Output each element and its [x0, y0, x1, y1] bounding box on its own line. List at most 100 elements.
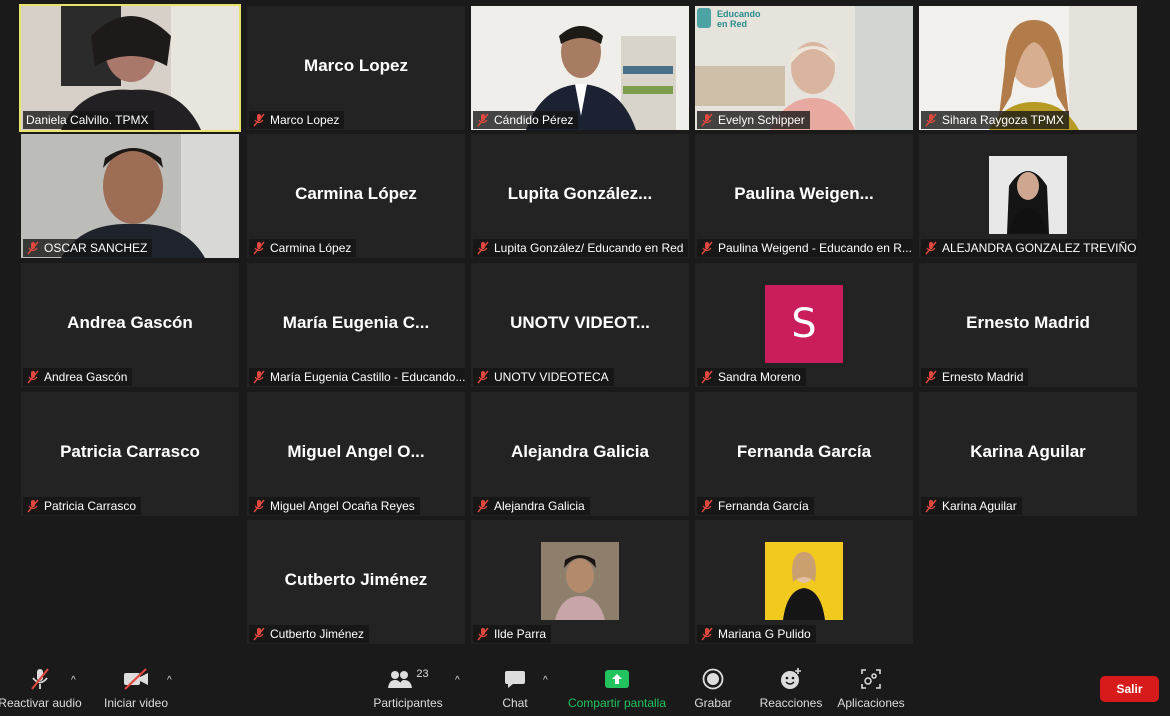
participant-name-label: Sandra Moreno	[697, 368, 806, 386]
video-options-chevron-up-icon[interactable]: ^	[167, 675, 172, 686]
participant-display-name: Patricia Carrasco	[60, 442, 200, 461]
muted-mic-icon	[27, 370, 39, 384]
participant-display-name: Paulina Weigen...	[734, 184, 874, 203]
video-tile[interactable]: OSCAR SANCHEZ	[21, 134, 239, 258]
muted-mic-icon	[253, 499, 265, 513]
participant-name-label: Evelyn Schipper	[697, 111, 810, 129]
participant-count: 23	[416, 668, 429, 680]
muted-mic-icon	[477, 499, 489, 513]
participant-name-label: Karina Aguilar	[921, 497, 1022, 515]
participants-options-chevron-up-icon[interactable]: ^	[455, 675, 460, 686]
video-tile[interactable]: Cutberto Jiménez Cutberto Jiménez	[247, 520, 465, 644]
initial-avatar: S	[765, 285, 843, 363]
video-tile[interactable]: María Eugenia C... María Eugenia Castill…	[247, 263, 465, 387]
participant-name-label: Marco Lopez	[249, 111, 345, 129]
video-tile[interactable]: Sihara Raygoza TPMX	[919, 6, 1137, 130]
participant-name-label: Ilde Parra	[473, 625, 552, 643]
participant-display-name: María Eugenia C...	[282, 313, 430, 332]
participants-button[interactable]: 23 Participantes	[368, 666, 448, 710]
participant-display-name: Cutberto Jiménez	[284, 570, 428, 589]
muted-mic-icon	[477, 241, 489, 255]
chat-options-chevron-up-icon[interactable]: ^	[543, 675, 548, 686]
record-button[interactable]: Grabar	[688, 666, 738, 710]
video-tile[interactable]: Lupita González... Lupita González/ Educ…	[471, 134, 689, 258]
muted-mic-icon	[253, 370, 265, 384]
participants-icon	[388, 671, 413, 688]
video-tile[interactable]: Marco Lopez Marco Lopez	[247, 6, 465, 130]
participant-name-label: Daniela Calvillo. TPMX	[23, 111, 154, 129]
video-tile[interactable]: Alejandra Galicia Alejandra Galicia	[471, 392, 689, 516]
muted-mic-icon	[477, 370, 489, 384]
muted-mic-icon	[31, 668, 49, 690]
participant-name-label: Fernanda García	[697, 497, 814, 515]
video-tile[interactable]: Fernanda García Fernanda García	[695, 392, 913, 516]
video-tile[interactable]: ALEJANDRA GONZALEZ TREVIÑO	[919, 134, 1137, 258]
participant-name-label: ALEJANDRA GONZALEZ TREVIÑO	[921, 239, 1137, 257]
muted-mic-icon	[701, 113, 713, 127]
video-tile[interactable]: Mariana G Pulido	[695, 520, 913, 644]
audio-options-chevron-up-icon[interactable]: ^	[71, 675, 76, 686]
share-screen-button[interactable]: Compartir pantalla	[562, 666, 672, 710]
leave-meeting-button[interactable]: Salir	[1100, 676, 1159, 702]
video-tile[interactable]: Ernesto Madrid Ernesto Madrid	[919, 263, 1137, 387]
unmute-button[interactable]: Reactivar audio	[0, 666, 84, 710]
video-tile[interactable]: Patricia Carrasco Patricia Carrasco	[21, 392, 239, 516]
participant-name-label: Paulina Weigend - Educando en R...	[697, 239, 913, 257]
apps-button[interactable]: Aplicaciones	[836, 666, 906, 710]
participant-display-name: Carmina López	[295, 184, 417, 203]
participant-name-label: Carmina López	[249, 239, 357, 257]
video-tile[interactable]: Ilde Parra	[471, 520, 689, 644]
video-tile[interactable]: Educando en Red Evelyn Schipper	[695, 6, 913, 130]
participant-name-label: Cutberto Jiménez	[249, 625, 370, 643]
participant-name-label: OSCAR SANCHEZ	[23, 239, 153, 257]
muted-mic-icon	[925, 499, 937, 513]
video-tile[interactable]: UNOTV VIDEOT... UNOTV VIDEOTECA	[471, 263, 689, 387]
video-tile[interactable]: Carmina López Carmina López	[247, 134, 465, 258]
muted-mic-icon	[477, 113, 489, 127]
video-tile[interactable]: Miguel Angel O... Miguel Angel Ocaña Rey…	[247, 392, 465, 516]
participant-name-label: Ernesto Madrid	[921, 368, 1029, 386]
participant-name-label: UNOTV VIDEOTECA	[473, 368, 614, 386]
video-tile[interactable]: Andrea Gascón Andrea Gascón	[21, 263, 239, 387]
participant-name-label: Cándido Pérez	[473, 111, 579, 129]
participant-display-name: Alejandra Galicia	[511, 442, 649, 461]
participant-display-name: UNOTV VIDEOT...	[510, 313, 650, 332]
chat-button[interactable]: Chat	[490, 666, 540, 710]
reactions-icon	[781, 668, 801, 689]
video-tile[interactable]: S Sandra Moreno	[695, 263, 913, 387]
muted-mic-icon	[253, 241, 265, 255]
muted-mic-icon	[925, 113, 937, 127]
muted-mic-icon	[253, 627, 265, 641]
apps-icon	[861, 669, 881, 689]
participant-display-name: Karina Aguilar	[970, 442, 1086, 461]
meeting-toolbar: Reactivar audio ^ Iniciar video ^ 23 Par…	[0, 660, 1170, 716]
participant-name-label: Andrea Gascón	[23, 368, 133, 386]
video-tile[interactable]: Karina Aguilar Karina Aguilar	[919, 392, 1137, 516]
participant-display-name: Miguel Angel O...	[287, 442, 425, 461]
reactions-button[interactable]: Reacciones	[756, 666, 826, 710]
video-tile[interactable]: Cándido Pérez	[471, 6, 689, 130]
share-screen-icon	[605, 670, 629, 688]
record-icon	[702, 668, 724, 690]
participant-name-label: Alejandra Galicia	[473, 497, 590, 515]
profile-photo	[765, 542, 843, 620]
participant-display-name: Lupita González...	[507, 184, 653, 203]
participant-name-label: Patricia Carrasco	[23, 497, 142, 515]
participant-name-label: Miguel Angel Ocaña Reyes	[249, 497, 420, 515]
org-logo: Educando en Red	[717, 9, 761, 29]
muted-mic-icon	[701, 627, 713, 641]
participant-display-name: Fernanda García	[736, 442, 872, 461]
participant-name-label: Mariana G Pulido	[697, 625, 816, 643]
muted-mic-icon	[27, 241, 39, 255]
video-off-icon	[124, 668, 148, 690]
profile-photo	[541, 542, 619, 620]
profile-photo	[989, 156, 1067, 234]
start-video-button[interactable]: Iniciar video	[96, 666, 176, 710]
participant-name-label: María Eugenia Castillo - Educando...	[249, 368, 465, 386]
participant-display-name: Andrea Gascón	[67, 313, 193, 332]
participant-name-label: Lupita González/ Educando en Red	[473, 239, 689, 257]
muted-mic-icon	[925, 370, 937, 384]
video-tile[interactable]: Daniela Calvillo. TPMX	[19, 4, 241, 132]
muted-mic-icon	[253, 113, 265, 127]
video-tile[interactable]: Paulina Weigen... Paulina Weigend - Educ…	[695, 134, 913, 258]
